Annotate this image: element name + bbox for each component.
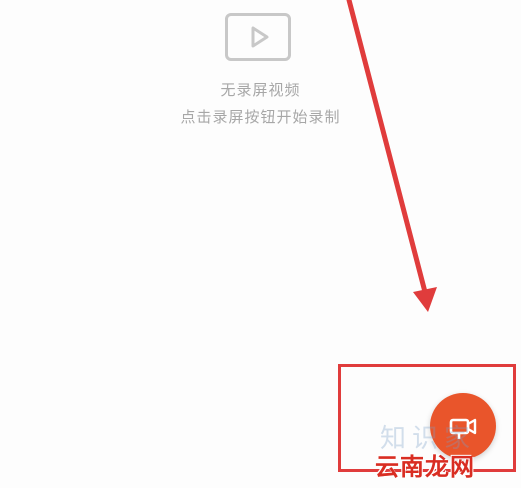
play-triangle-icon: [251, 26, 269, 48]
empty-state-subtitle: 点击录屏按钮开始录制: [180, 108, 341, 126]
video-play-icon: [225, 13, 291, 61]
watermark-bottom: 云南龙网: [375, 453, 475, 481]
empty-state-title: 无录屏视频: [220, 81, 301, 99]
screen-recorder-screen: 无录屏视频 点击录屏按钮开始录制 知识家 云南龙网: [0, 0, 521, 488]
